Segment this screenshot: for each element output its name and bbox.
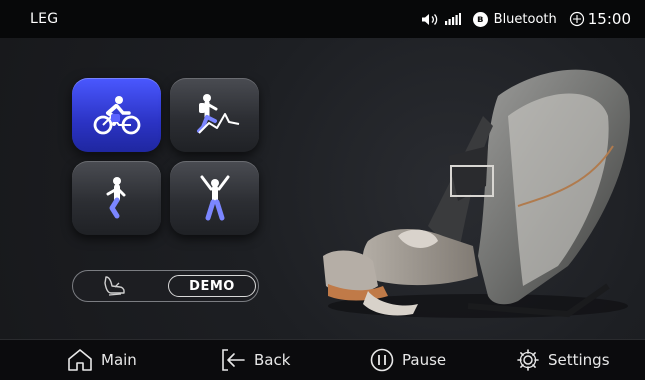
status-bar: LEG ʙ Bluetooth 15:00 bbox=[0, 0, 645, 38]
cyclist-icon bbox=[93, 96, 140, 135]
pause-icon bbox=[370, 348, 394, 372]
clock-icon bbox=[569, 11, 584, 27]
bottom-navigation: Main Back Pause Settings bbox=[0, 339, 645, 380]
mode-button-full-stretch[interactable] bbox=[170, 161, 259, 235]
volume-icon bbox=[421, 13, 437, 25]
climber-icon bbox=[196, 94, 239, 134]
leg-stretch-icon bbox=[106, 177, 125, 219]
bluetooth-icon: ʙ bbox=[472, 11, 488, 27]
mode-button-leg-stretch[interactable] bbox=[72, 161, 161, 235]
home-icon bbox=[68, 349, 92, 371]
mode-button-climbing[interactable] bbox=[170, 78, 259, 152]
back-button[interactable]: Back bbox=[220, 340, 290, 380]
gear-icon bbox=[517, 349, 539, 371]
status-indicators: ʙ Bluetooth 15:00 bbox=[421, 10, 631, 28]
settings-button[interactable]: Settings bbox=[516, 340, 610, 380]
full-stretch-icon bbox=[200, 175, 229, 221]
chair-outline-icon[interactable] bbox=[103, 275, 127, 297]
main-label: Main bbox=[101, 351, 137, 369]
bluetooth-label: Bluetooth bbox=[493, 11, 557, 27]
bluetooth-status: ʙ Bluetooth bbox=[472, 11, 557, 27]
demo-button[interactable]: DEMO bbox=[168, 275, 256, 297]
clock-time: 15:00 bbox=[587, 10, 631, 28]
massage-chair-image bbox=[323, 69, 630, 318]
clock: 15:00 bbox=[569, 10, 631, 28]
back-label: Back bbox=[254, 351, 291, 369]
page-title: LEG bbox=[30, 11, 59, 27]
mode-button-cycling[interactable] bbox=[72, 78, 161, 152]
back-arrow-icon bbox=[222, 349, 245, 371]
main-button[interactable]: Main bbox=[67, 340, 137, 380]
demo-control: DEMO bbox=[72, 270, 259, 302]
pause-label: Pause bbox=[402, 351, 447, 369]
audio-signal-indicator bbox=[421, 13, 461, 26]
settings-label: Settings bbox=[548, 351, 610, 369]
signal-icon bbox=[444, 13, 461, 25]
pause-button[interactable]: Pause bbox=[370, 340, 446, 380]
main-panel: DEMO bbox=[0, 38, 645, 339]
